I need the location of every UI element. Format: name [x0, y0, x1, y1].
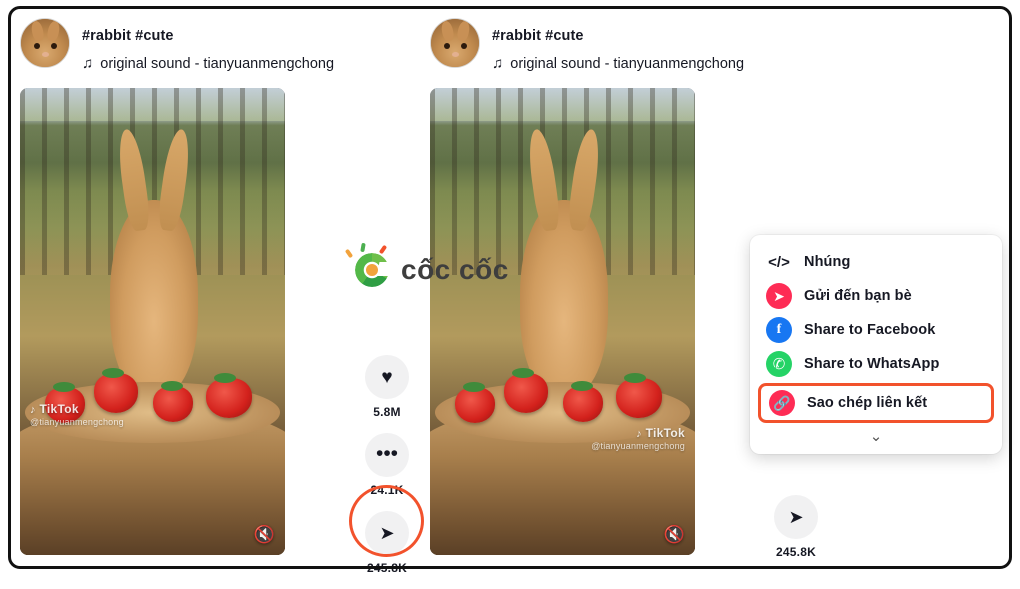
copy-link-icon: 🔗 [769, 390, 795, 416]
screenshot-root: #rabbit #cute ♫ original sound - tianyua… [0, 0, 1020, 577]
strawberry-leaf [511, 368, 534, 379]
tiktok-note-icon: ♪ [30, 404, 36, 416]
strawberry [503, 368, 548, 414]
video-frame-image [20, 88, 285, 555]
post-header-right: #rabbit #cute ♫ original sound - tianyua… [430, 18, 744, 73]
strawberry-leaf [463, 382, 486, 393]
strawberry-leaf [101, 368, 124, 379]
strawberry [562, 380, 603, 422]
post-sound-row[interactable]: ♫ original sound - tianyuanmengchong [492, 55, 744, 73]
video-player-right[interactable]: ♪ TikTok @tianyuanmengchong 🔇 [430, 88, 695, 555]
confetti-piece [378, 244, 388, 255]
menu-item-embed[interactable]: </> Nhúng [750, 245, 1002, 279]
menu-item-share-facebook[interactable]: f Share to Facebook [750, 313, 1002, 347]
heart-icon: ♥ [381, 366, 393, 388]
menu-item-send-to-friends[interactable]: ➤ Gửi đến bạn bè [750, 279, 1002, 313]
send-to-friends-icon: ➤ [766, 283, 792, 309]
share-count: 245.8K [776, 545, 816, 559]
share-dropdown-menu: </> Nhúng ➤ Gửi đến bạn bè f Share to Fa… [750, 235, 1002, 454]
menu-item-label: Nhúng [804, 254, 851, 270]
avatar-eye-left [34, 43, 40, 49]
facebook-icon: f [766, 317, 792, 343]
tiktok-watermark-handle: @tianyuanmengchong [591, 441, 685, 451]
share-button-highlight-annotation [349, 485, 424, 557]
avatar[interactable] [430, 18, 480, 68]
avatar-image [431, 19, 479, 67]
action-rail-right: ➤ 245.8K [772, 495, 820, 573]
whatsapp-icon: ✆ [766, 351, 792, 377]
menu-item-share-whatsapp[interactable]: ✆ Share to WhatsApp [750, 347, 1002, 381]
avatar[interactable] [20, 18, 70, 68]
coccoc-brand: cốc cốc [344, 242, 509, 287]
video-post-left: #rabbit #cute ♫ original sound - tianyua… [20, 18, 334, 555]
tiktok-watermark: ♪ TikTok @tianyuanmengchong [30, 402, 124, 427]
embed-code-icon: </> [768, 253, 790, 271]
strawberry [455, 382, 496, 424]
share-button[interactable]: ➤ [774, 495, 818, 539]
mute-icon-right[interactable]: 🔇 [664, 526, 685, 543]
menu-item-label: Gửi đến bạn bè [804, 288, 912, 304]
tiktok-watermark-label: TikTok [39, 402, 79, 416]
music-note-icon: ♫ [492, 55, 504, 72]
coccoc-wordmark: cốc cốc [401, 254, 509, 285]
post-hashtags[interactable]: #rabbit #cute [492, 26, 744, 46]
post-sound-label: original sound - tianyuanmengchong [510, 56, 745, 72]
tiktok-watermark: ♪ TikTok @tianyuanmengchong [591, 426, 685, 451]
post-meta-right: #rabbit #cute ♫ original sound - tianyua… [492, 18, 744, 73]
menu-item-label: Share to WhatsApp [804, 356, 940, 372]
coccoc-logo-icon [344, 242, 392, 287]
chevron-down-icon[interactable]: ⌄ [750, 425, 1002, 450]
strawberry-leaf [624, 372, 647, 383]
comment-icon: ••• [375, 441, 399, 465]
post-meta-left: #rabbit #cute ♫ original sound - tianyua… [82, 18, 334, 73]
strawberry-leaf [570, 380, 593, 391]
video-frame-image [430, 88, 695, 555]
music-note-icon: ♫ [82, 55, 94, 72]
post-header-left: #rabbit #cute ♫ original sound - tianyua… [20, 18, 334, 73]
video-player-left[interactable]: ♪ TikTok @tianyuanmengchong 🔇 [20, 88, 285, 555]
confetti-piece [360, 242, 366, 253]
tiktok-watermark-handle: @tianyuanmengchong [30, 417, 124, 427]
strawberry-leaf [53, 382, 76, 393]
menu-item-label: Sao chép liên kết [807, 395, 928, 411]
menu-item-label: Share to Facebook [804, 322, 936, 338]
menu-item-copy-link[interactable]: 🔗 Sao chép liên kết [758, 383, 994, 423]
strawberry [616, 372, 663, 418]
avatar-eye-left [444, 43, 450, 49]
comment-button[interactable]: ••• [365, 433, 409, 477]
avatar-eye-right [461, 43, 467, 49]
strawberry [152, 380, 193, 422]
coccoc-notch [376, 262, 392, 276]
post-sound-row[interactable]: ♫ original sound - tianyuanmengchong [82, 55, 334, 73]
avatar-nose [452, 52, 459, 57]
avatar-image [21, 19, 69, 67]
mute-icon-left[interactable]: 🔇 [254, 526, 275, 543]
coccoc-dot [366, 264, 378, 276]
strawberry-leaf [214, 372, 237, 383]
avatar-nose [42, 52, 49, 57]
strawberry-leaf [160, 380, 183, 391]
like-button[interactable]: ♥ [365, 355, 409, 399]
tiktok-note-icon: ♪ [636, 428, 642, 440]
post-hashtags[interactable]: #rabbit #cute [82, 26, 334, 46]
like-action[interactable]: ♥ 5.8M [363, 355, 411, 419]
tiktok-watermark-label: TikTok [645, 426, 685, 440]
share-action[interactable]: ➤ 245.8K [772, 495, 820, 559]
like-count: 5.8M [373, 405, 401, 419]
avatar-eye-right [51, 43, 57, 49]
confetti-piece [344, 248, 354, 259]
share-count: 245.8K [367, 561, 407, 575]
post-sound-label: original sound - tianyuanmengchong [100, 56, 335, 72]
share-icon: ➤ [788, 507, 804, 527]
strawberry [206, 372, 253, 418]
